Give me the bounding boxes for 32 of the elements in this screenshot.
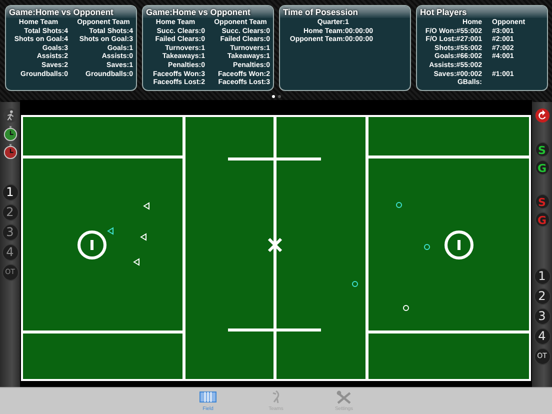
period-button[interactable]: 2 bbox=[534, 288, 550, 305]
stat-button[interactable]: G bbox=[534, 212, 550, 227]
panel-title: Game:Home vs Opponent bbox=[143, 6, 273, 18]
triangle-marker[interactable] bbox=[107, 227, 114, 235]
lacrosse-field[interactable] bbox=[21, 115, 531, 381]
stat-button[interactable]: G bbox=[534, 160, 550, 175]
panel-title: Time of Posession bbox=[280, 6, 410, 18]
circle-marker[interactable] bbox=[396, 202, 402, 208]
stopwatch-icon[interactable] bbox=[2, 144, 18, 159]
period-button[interactable]: 3 bbox=[2, 224, 18, 241]
period-button[interactable]: 1 bbox=[2, 184, 18, 201]
stopwatch-icon[interactable] bbox=[2, 126, 18, 141]
runner-icon[interactable] bbox=[2, 108, 18, 123]
stat-button[interactable]: S bbox=[534, 142, 550, 157]
period-button[interactable]: 4 bbox=[2, 244, 18, 261]
period-button[interactable]: 1 bbox=[534, 268, 550, 285]
panel-title: Game:Home vs Opponent bbox=[6, 6, 136, 18]
goal-crease bbox=[78, 230, 106, 260]
page-dot[interactable] bbox=[278, 94, 280, 98]
tools-icon bbox=[335, 390, 353, 404]
circle-marker[interactable] bbox=[352, 281, 358, 287]
center-x-mark bbox=[268, 238, 282, 252]
period-button[interactable]: 3 bbox=[534, 308, 550, 325]
period-button[interactable]: 2 bbox=[2, 204, 18, 221]
undo-icon[interactable] bbox=[534, 108, 550, 123]
circle-marker[interactable] bbox=[424, 244, 430, 250]
stat-button[interactable]: S bbox=[534, 194, 550, 209]
page-dot[interactable] bbox=[272, 94, 274, 98]
period-button[interactable]: 4 bbox=[534, 328, 550, 345]
panel-title: Hot Players bbox=[417, 6, 547, 18]
field-grid-icon bbox=[199, 390, 217, 404]
goal-crease bbox=[444, 230, 474, 260]
